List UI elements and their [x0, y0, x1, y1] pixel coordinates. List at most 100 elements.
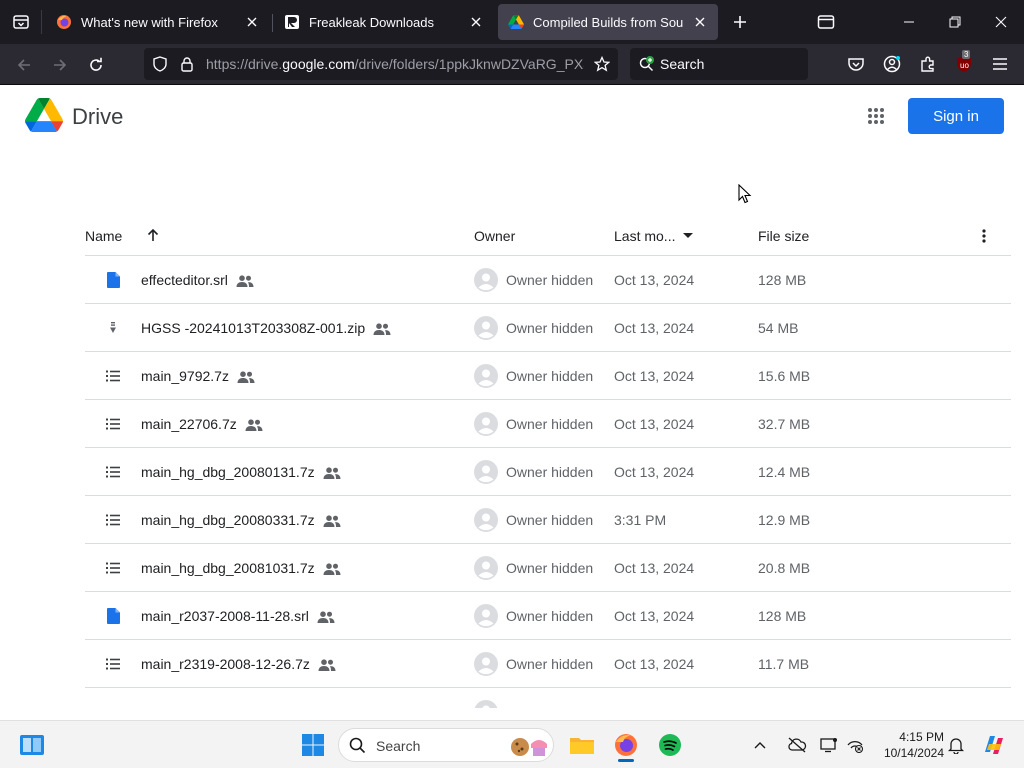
- back-icon[interactable]: [11, 52, 37, 78]
- account-icon[interactable]: [882, 54, 902, 74]
- pocket-icon[interactable]: [846, 54, 866, 74]
- file-row[interactable]: main_hg_dbg_20080331.7z Owner hidden 3:31 …: [85, 496, 1011, 544]
- shared-icon: [317, 610, 335, 624]
- windows-taskbar: Search 4:15 PM 10/14/2024: [0, 720, 1024, 768]
- column-file-size-header[interactable]: File size: [758, 228, 809, 244]
- freakleak-icon: [284, 14, 300, 30]
- file-size: 12.4 MB: [758, 464, 811, 480]
- file-owner: Owner hidden: [506, 416, 594, 432]
- display-icon[interactable]: [816, 729, 842, 761]
- search-bar[interactable]: Search: [630, 48, 808, 80]
- file-row[interactable]: main_r2037-2008-11-28.srl Owner hidden Oct…: [85, 592, 1011, 640]
- file-list-header: Name Owner Last mo... File size: [85, 212, 1011, 256]
- minimize-icon[interactable]: [886, 0, 932, 44]
- show-hidden-icons-icon[interactable]: [750, 729, 770, 761]
- file-name[interactable]: main_hg_dbg_20080331.7z: [141, 512, 341, 528]
- file-size: 128 MB: [758, 272, 807, 288]
- reload-icon[interactable]: [83, 52, 109, 78]
- file-last-modified: Oct 13, 2024: [614, 320, 695, 336]
- firefox-view-icon[interactable]: [814, 10, 838, 34]
- file-name-text: effecteditor.srl: [141, 272, 228, 288]
- file-name[interactable]: HGSS -20241013T203308Z-001.zip: [141, 320, 391, 336]
- file-owner: Owner hidden: [506, 320, 594, 336]
- drive-header: Drive Sign in: [0, 85, 1024, 147]
- file-name[interactable]: main_r2319-2008-12-26.7z: [141, 656, 336, 672]
- url-prefix: https://drive.: [206, 56, 283, 72]
- taskbar-search-label: Search: [376, 738, 421, 754]
- file-row[interactable]: main_9792.7z Owner hidden Oct 13, 2024 15.6…: [85, 352, 1011, 400]
- file-name[interactable]: main_hg_dbg_20080131.7z: [141, 464, 341, 480]
- file-name-text: main_hg_dbg_20080131.7z: [141, 464, 315, 480]
- shared-icon: [318, 658, 336, 672]
- search-highlight-icon: [511, 738, 547, 756]
- start-icon[interactable]: [297, 729, 329, 761]
- file-row[interactable]: effecteditor.srl Owner hidden Oct 13, 2024…: [85, 256, 1011, 304]
- dropdown-caret-icon[interactable]: [683, 233, 693, 238]
- google-drive-logo[interactable]: [25, 98, 63, 132]
- close-window-icon[interactable]: [978, 0, 1024, 44]
- search-engine-icon[interactable]: [638, 55, 656, 73]
- extensions-icon[interactable]: [918, 54, 938, 74]
- close-tab-icon[interactable]: [468, 14, 484, 30]
- file-owner: Owner hidden: [506, 656, 594, 672]
- tab-list-icon[interactable]: [0, 0, 42, 44]
- notifications-bell-icon[interactable]: [944, 729, 968, 761]
- shared-icon: [237, 370, 255, 384]
- tracking-shield-icon[interactable]: [152, 56, 168, 72]
- close-tab-icon[interactable]: [244, 14, 260, 30]
- file-size: 20.8 MB: [758, 560, 811, 576]
- url-bar[interactable]: https://drive.google.com/drive/folders/1…: [144, 48, 618, 80]
- menu-icon[interactable]: [990, 54, 1010, 74]
- close-tab-icon[interactable]: [692, 14, 708, 30]
- drive-title: Drive: [72, 104, 124, 129]
- copilot-icon[interactable]: [978, 729, 1010, 761]
- search-icon: [349, 737, 366, 754]
- tab-compiled-builds[interactable]: Compiled Builds from Source -: [498, 4, 718, 40]
- list-icon: [105, 512, 121, 528]
- bookmark-star-icon[interactable]: [594, 56, 610, 72]
- file-row[interactable]: main_hg_dbg_20081031.7z Owner hidden Oct 1…: [85, 544, 1011, 592]
- cloud-offline-icon[interactable]: [784, 729, 810, 761]
- list-icon: [105, 656, 121, 672]
- google-apps-icon[interactable]: [862, 102, 890, 130]
- more-options-icon[interactable]: [974, 226, 994, 246]
- widgets-icon[interactable]: [16, 729, 48, 761]
- file-row[interactable]: HGSS -20241013T203308Z-001.zip Owner hidd…: [85, 304, 1011, 352]
- shared-icon: [245, 418, 263, 432]
- zip-icon: [105, 320, 121, 336]
- file-name[interactable]: main_hg_dbg_20081031.7z: [141, 560, 341, 576]
- file-name[interactable]: main_r2037-2008-11-28.srl: [141, 608, 335, 624]
- restore-icon[interactable]: [932, 0, 978, 44]
- file-owner: Owner hidden: [506, 464, 594, 480]
- sort-ascending-icon[interactable]: [145, 227, 161, 243]
- spotify-icon[interactable]: [654, 729, 686, 761]
- system-clock[interactable]: 4:15 PM 10/14/2024: [872, 729, 944, 761]
- tab-whats-new-firefox[interactable]: What's new with Firefox: [46, 4, 270, 40]
- shared-icon: [323, 466, 341, 480]
- sign-in-button[interactable]: Sign in: [908, 98, 1004, 134]
- file-name-text: main_r2037-2008-11-28.srl: [141, 608, 309, 624]
- tab-separator: [272, 14, 273, 32]
- taskbar-search-box[interactable]: Search: [338, 728, 554, 762]
- file-name[interactable]: main_22706.7z: [141, 416, 263, 432]
- column-name-header[interactable]: Name: [85, 228, 122, 244]
- file-name[interactable]: main_9792.7z: [141, 368, 255, 384]
- firefox-taskbar-icon[interactable]: [610, 729, 642, 761]
- forward-icon[interactable]: [47, 52, 73, 78]
- lock-icon[interactable]: [179, 56, 195, 72]
- file-row[interactable]: main_hg_dbg_20080131.7z Owner hidden Oct 1…: [85, 448, 1011, 496]
- new-tab-icon[interactable]: [728, 10, 752, 34]
- file-rows: effecteditor.srl Owner hidden Oct 13, 2024…: [85, 256, 1011, 708]
- column-last-modified-header[interactable]: Last mo...: [614, 228, 675, 244]
- firefox-icon: [56, 14, 72, 30]
- list-icon: [105, 416, 121, 432]
- file-row[interactable]: main_r2319-2008-12-26.7z Owner hidden Oct …: [85, 640, 1011, 688]
- column-owner-header[interactable]: Owner: [474, 228, 515, 244]
- file-size: 12.9 MB: [758, 512, 811, 528]
- extension-badge: 3: [962, 50, 971, 59]
- tab-freakleak-downloads[interactable]: Freakleak Downloads: [274, 4, 494, 40]
- file-explorer-icon[interactable]: [566, 729, 598, 761]
- file-name[interactable]: effecteditor.srl: [141, 272, 254, 288]
- file-row[interactable]: main_22706.7z Owner hidden Oct 13, 2024 32.…: [85, 400, 1011, 448]
- network-disconnected-icon[interactable]: [842, 729, 868, 761]
